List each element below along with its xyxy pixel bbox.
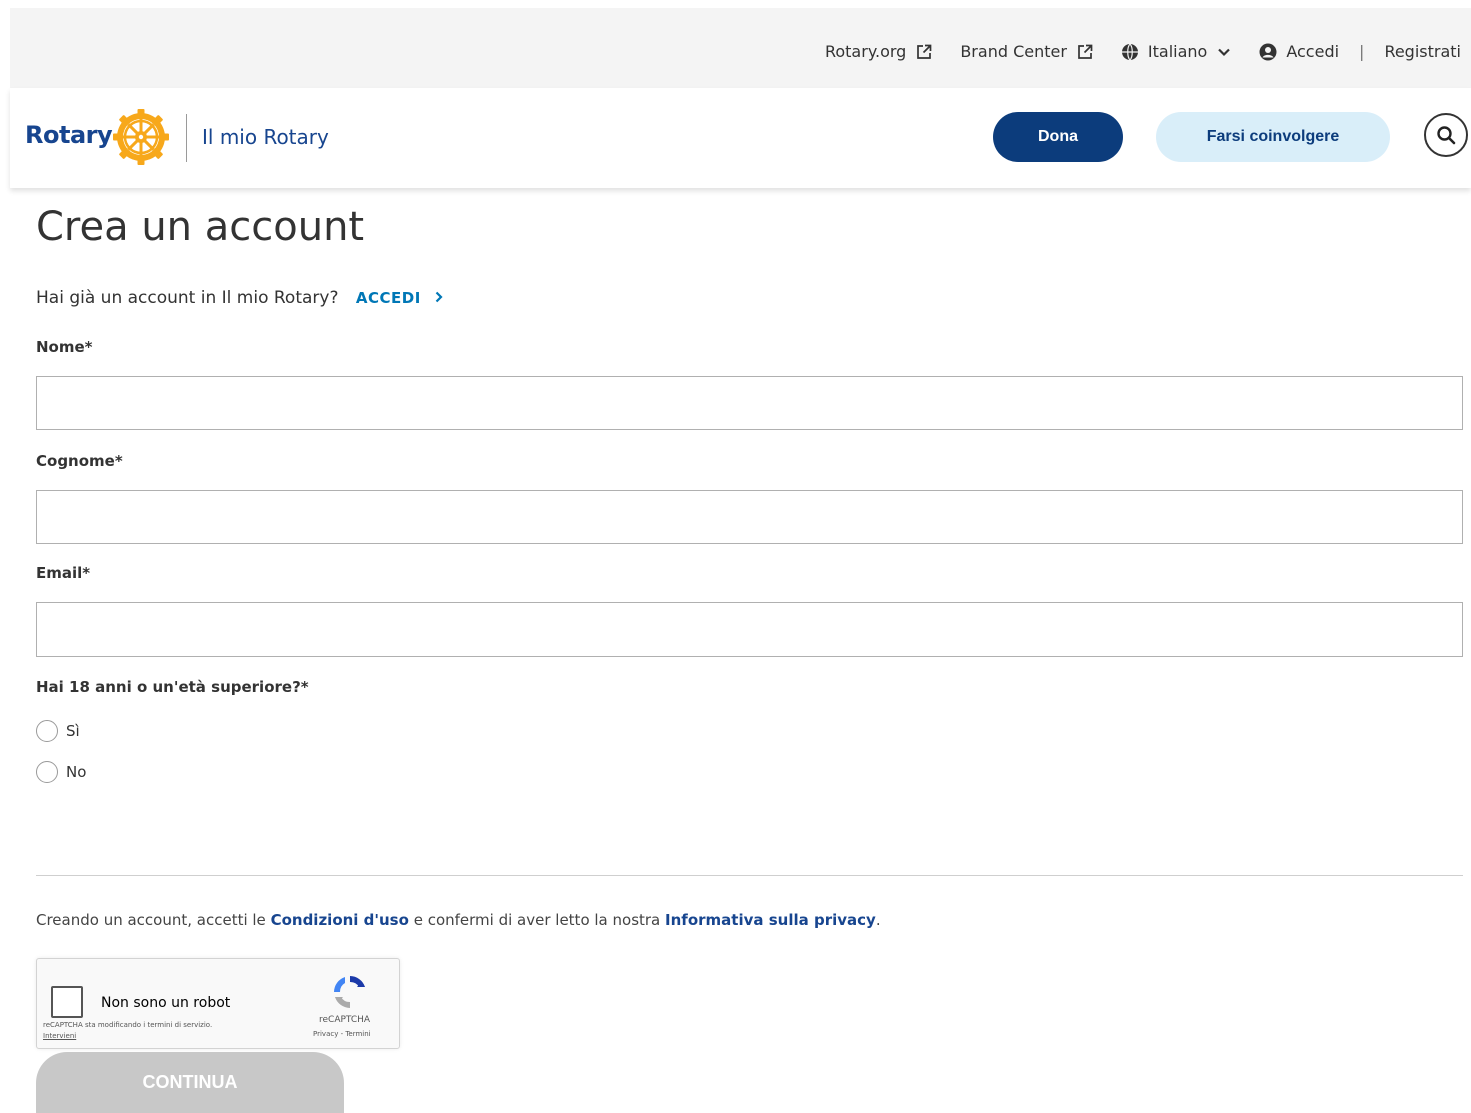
recaptcha-widget: Non sono un robot reCAPTCHA sta modifica…: [36, 958, 400, 1049]
rotary-org-label: Rotary.org: [824, 42, 907, 61]
language-label: Italiano: [1147, 42, 1208, 61]
rotary-wheel-icon[interactable]: [113, 109, 169, 165]
chevron-down-icon: [1218, 48, 1231, 56]
login-link-label: ACCEDI: [355, 289, 421, 307]
search-button[interactable]: [1424, 113, 1468, 157]
get-involved-button[interactable]: Farsi coinvolgere: [1156, 112, 1390, 162]
page-title: Crea un account: [36, 204, 365, 250]
already-account-row: Hai già un account in Il mio Rotary? ACC…: [36, 288, 445, 308]
search-icon: [1437, 126, 1456, 145]
terms-suffix: .: [875, 911, 881, 929]
rotary-logo-text[interactable]: Rotary: [25, 121, 113, 149]
chevron-right-icon: [435, 291, 443, 303]
terms-middle: e confermi di aver letto la nostra: [413, 911, 661, 929]
user-circle-icon: [1259, 43, 1277, 60]
register-label: Registrati: [1384, 42, 1461, 61]
first-name-label: Nome*: [36, 338, 93, 356]
site-name-link[interactable]: Il mio Rotary: [202, 125, 329, 149]
recaptcha-brand: reCAPTCHA: [319, 1015, 371, 1025]
donate-button[interactable]: Dona: [993, 112, 1123, 162]
rotary-org-link[interactable]: Rotary.org: [825, 42, 932, 61]
brand-center-link[interactable]: Brand Center: [960, 42, 1093, 61]
recaptcha-notice-link[interactable]: Intervieni: [43, 1032, 76, 1040]
age-no-radio[interactable]: [36, 761, 58, 783]
first-name-input[interactable]: [36, 376, 1463, 430]
age-option-no[interactable]: No: [36, 761, 86, 783]
recaptcha-icon: [334, 976, 365, 1008]
recaptcha-notice: reCAPTCHA sta modificando i termini di s…: [43, 1020, 243, 1042]
utility-links: Rotary.org Brand Center Italiano Accedi …: [825, 42, 1461, 61]
brand-center-label: Brand Center: [960, 42, 1067, 61]
register-link[interactable]: Registrati: [1384, 42, 1461, 61]
recaptcha-checkbox[interactable]: [51, 986, 83, 1018]
age-option-yes[interactable]: Sì: [36, 720, 80, 742]
main-header: Rotary Il mio Rotary Dona Farsi coinvolg…: [10, 88, 1471, 188]
age-yes-label: Sì: [66, 722, 80, 740]
form-divider: [36, 875, 1463, 876]
age-no-label: No: [66, 763, 87, 781]
login-link-inline[interactable]: ACCEDI: [356, 289, 445, 307]
recaptcha-notice-text: reCAPTCHA sta modificando i termini di s…: [43, 1021, 213, 1029]
last-name-label: Cognome*: [36, 452, 123, 470]
terms-of-use-link[interactable]: Condizioni d'uso: [271, 911, 409, 929]
external-link-icon: [917, 44, 932, 59]
continue-button[interactable]: CONTINUA: [36, 1052, 344, 1113]
header-divider: [186, 114, 187, 162]
globe-icon: [1121, 43, 1138, 60]
separator: |: [1359, 42, 1365, 61]
age-question-label: Hai 18 anni o un'età superiore?*: [36, 678, 309, 696]
email-input[interactable]: [36, 602, 1463, 657]
age-yes-radio[interactable]: [36, 720, 58, 742]
terms-prefix: Creando un account, accetti le: [36, 911, 266, 929]
external-link-icon: [1078, 44, 1093, 59]
already-account-text: Hai già un account in Il mio Rotary?: [36, 288, 339, 308]
last-name-input[interactable]: [36, 490, 1463, 544]
terms-notice: Creando un account, accetti le Condizion…: [36, 911, 881, 929]
utility-bar: Rotary.org Brand Center Italiano Accedi …: [10, 8, 1471, 88]
recaptcha-privacy-terms[interactable]: Privacy - Termini: [313, 1030, 371, 1038]
recaptcha-label: Non sono un robot: [101, 995, 231, 1011]
language-selector[interactable]: Italiano: [1121, 42, 1231, 61]
login-label: Accedi: [1286, 42, 1340, 61]
email-label: Email*: [36, 564, 91, 582]
login-link[interactable]: Accedi: [1259, 42, 1339, 61]
privacy-policy-link[interactable]: Informativa sulla privacy: [665, 911, 876, 929]
